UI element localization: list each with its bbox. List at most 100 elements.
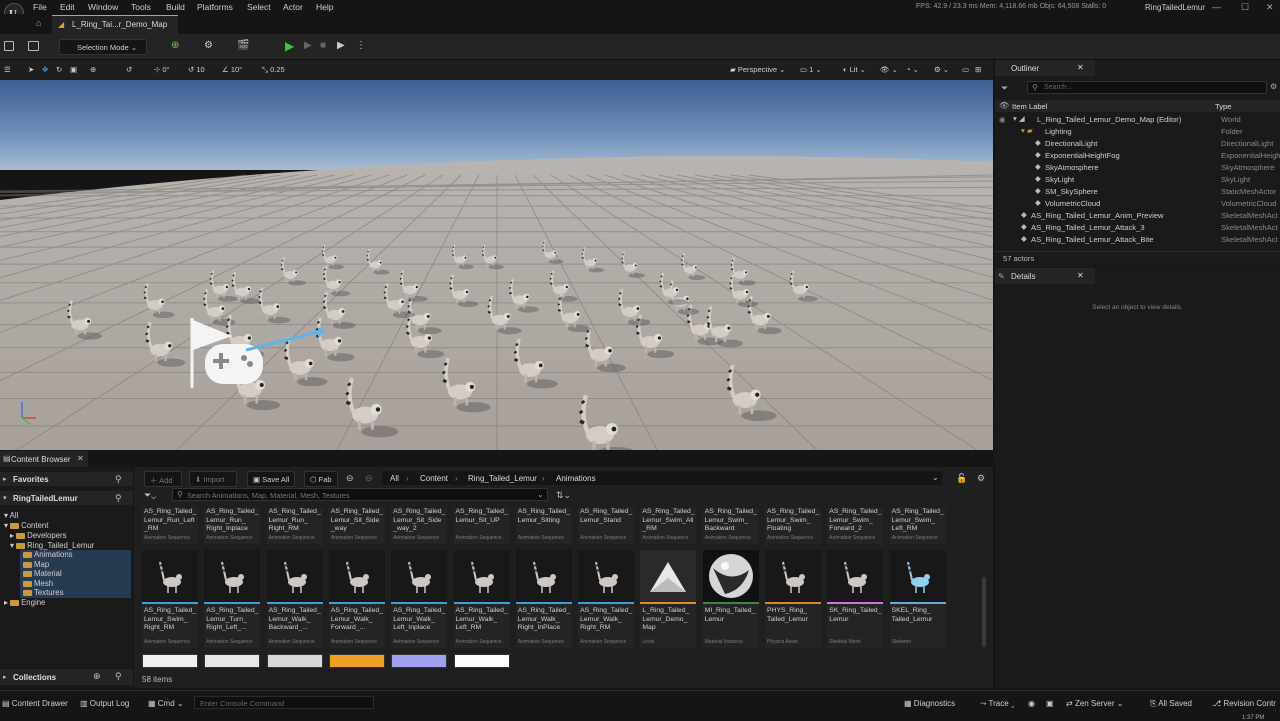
asset-tile[interactable]: MI_Ring_Tailed_ Lemur Material Instance xyxy=(702,550,759,648)
viewport-menu-icon[interactable]: ☰ xyxy=(4,65,11,74)
asset-tile[interactable]: PHYS_Ring_ Tailed_Lemur Physics Asset xyxy=(765,550,821,648)
tree-map[interactable]: Map xyxy=(23,560,49,569)
tree-material[interactable]: Material xyxy=(23,569,62,578)
search-icon[interactable]: ⚲ xyxy=(115,493,122,504)
asset-search-input[interactable]: ⚲ Search Animations, Map, Material, Mesh… xyxy=(172,488,548,501)
scrollbar[interactable] xyxy=(982,577,986,647)
browse-icon[interactable] xyxy=(28,41,39,51)
save-all-button[interactable]: ▣ Save All xyxy=(247,471,295,487)
content-drawer-button[interactable]: ▤ Content Drawer xyxy=(2,699,68,708)
breadcrumb-all[interactable]: All xyxy=(390,474,399,483)
cmd-dropdown[interactable]: ▦ Cmd ⌄ xyxy=(148,699,184,708)
zen-server-button[interactable]: ⇄ Zen Server ⌄ xyxy=(1066,699,1123,708)
forward-icon[interactable]: ⊖ xyxy=(365,473,373,484)
camera-speed-dropdown[interactable]: ▭ 1 ⌄ xyxy=(800,65,822,74)
menu-tools[interactable]: Tools xyxy=(131,2,151,12)
world-space-icon[interactable]: ⊕ xyxy=(90,65,96,74)
menu-build[interactable]: Build xyxy=(166,2,185,12)
output-log-button[interactable]: ▥ Output Log xyxy=(80,699,129,708)
tree-content[interactable]: ▾ Content xyxy=(4,521,48,530)
breadcrumb-animations[interactable]: Animations xyxy=(556,474,596,483)
outliner-row[interactable]: ◆ AS_Ring_Tailed_Lemur_Attack_3 SkeletalMe… xyxy=(995,222,1280,234)
texture-thumbnail[interactable] xyxy=(328,654,385,668)
menu-select[interactable]: Select xyxy=(247,2,271,12)
maximize-icon[interactable]: ☐ xyxy=(1241,2,1249,13)
rotate-snap-value[interactable]: ↺ 10 xyxy=(188,65,205,74)
more-options-icon[interactable]: ⋮ xyxy=(356,40,366,51)
favorites-section[interactable]: ▸ Favorites ⚲ xyxy=(0,472,133,486)
save-status[interactable]: ⎘ All Saved xyxy=(1150,699,1192,709)
asset-tile[interactable]: AS_Ring_Tailed_ Lemur_Walk_ Right_InPlac… xyxy=(515,550,572,648)
filter-icon[interactable]: ⏷⌄ xyxy=(144,490,156,501)
type-header[interactable]: Type xyxy=(1215,102,1231,111)
asset-tile[interactable]: SKEL_Ring_ Tailed_Lemur Skeleton xyxy=(889,550,946,648)
asset-tile[interactable]: AS_Ring_Tailed_ Lemur_Sitting Animation S… xyxy=(515,508,572,544)
scale-snap-value[interactable]: ⤡ 0.25 xyxy=(262,65,285,75)
asset-tile[interactable]: AS_Ring_Tailed_ Lemur_Turn_ Right_Left_.… xyxy=(204,550,261,648)
angle-snap-value[interactable]: ∠ 10° xyxy=(222,65,242,74)
texture-thumbnail[interactable] xyxy=(266,654,323,668)
record-icon[interactable]: ◉ xyxy=(1028,699,1035,708)
outliner-row[interactable]: ◉ ▾ ◢ L_Ring_Tailed_Lemur_Demo_Map (Editor… xyxy=(995,114,1280,126)
show-flags-icon[interactable]: 👁 ⌄ xyxy=(880,65,898,74)
asset-tile[interactable]: AS_Ring_Tailed_ Lemur_Swim_ Backward Anim… xyxy=(702,508,759,544)
outliner-row[interactable]: ◆ SkyLight SkyLight xyxy=(995,174,1280,186)
scale-tool-icon[interactable]: ▣ xyxy=(70,65,77,74)
asset-tile[interactable]: AS_Ring_Tailed_ Lemur_Run_Left _RM Animat… xyxy=(142,508,198,544)
menu-platforms[interactable]: Platforms xyxy=(197,2,233,12)
add-actor-icon[interactable]: ⊕ xyxy=(171,40,179,51)
add-button[interactable]: ＋ Add xyxy=(144,471,182,487)
step-icon[interactable]: ▶ xyxy=(304,40,312,51)
back-icon[interactable]: ⊖ xyxy=(346,473,354,484)
asset-tile[interactable]: SK_Ring_Tailed_ Lemur Skeletal Mesh xyxy=(827,550,884,648)
close-tab-icon[interactable]: ✕ xyxy=(1077,63,1084,72)
cinematics-icon[interactable]: 🎬 xyxy=(237,40,249,51)
sort-icon[interactable]: ⇅⌄ xyxy=(556,490,571,501)
select-tool-icon[interactable]: ➤ xyxy=(28,65,34,74)
realtime-icon[interactable]: ◔ ⌄ xyxy=(906,65,919,74)
asset-tile[interactable]: AS_Ring_Tailed_ Lemur_Sit_Side _way_2 Ani… xyxy=(391,508,448,544)
asset-tile[interactable]: AS_Ring_Tailed_ Lemur_Sit_UP Animation Se… xyxy=(453,508,510,544)
view-mode-dropdown[interactable]: ◐ Lit ⌄ xyxy=(843,65,866,74)
project-section[interactable]: ▾ RingTailedLemur ⚲ xyxy=(0,491,133,505)
settings-icon[interactable]: ⚙ ⌄ xyxy=(934,65,949,74)
maximize-viewport-icon[interactable]: ▭ xyxy=(962,65,969,74)
asset-tile[interactable]: AS_Ring_Tailed_ Lemur_Swim_ Forward_2 Ani… xyxy=(827,508,884,544)
tree-developers[interactable]: ▸ Developers xyxy=(10,531,67,540)
search-icon[interactable]: ⚲ xyxy=(115,474,122,485)
blueprint-icon[interactable]: ⚙ xyxy=(204,40,213,51)
outliner-settings-icon[interactable]: ⚙ xyxy=(1270,82,1277,91)
outliner-row[interactable]: ▾ ▰ Lighting Folder xyxy=(995,126,1280,138)
tree-all[interactable]: ▾ All xyxy=(4,511,18,520)
texture-thumbnail[interactable] xyxy=(391,654,448,668)
search-icon[interactable]: ⚲ xyxy=(115,671,122,682)
asset-tile[interactable]: AS_Ring_Tailed_ Lemur_Swim_All _RM Animat… xyxy=(640,508,697,544)
settings-icon[interactable]: ⚙ xyxy=(977,473,985,484)
diagnostics-button[interactable]: ▦ Diagnostics xyxy=(904,699,955,708)
play-icon[interactable]: ▶ xyxy=(285,39,294,53)
filter-icon[interactable]: ⏷ xyxy=(1001,83,1008,94)
menu-help[interactable]: Help xyxy=(316,2,333,12)
tree-ring-tailed-lemur[interactable]: ▾ Ring_Tailed_Lemur xyxy=(10,541,94,550)
revision-control-button[interactable]: ⎇ Revision Contr xyxy=(1212,699,1276,708)
fab-button[interactable]: ⬡ Fab xyxy=(304,471,338,487)
close-tab-icon[interactable]: ✕ xyxy=(77,454,84,463)
home-icon[interactable]: ⌂ xyxy=(36,18,41,28)
visibility-icon[interactable]: ◉ xyxy=(999,115,1006,124)
lock-icon[interactable]: 🔓 xyxy=(956,473,967,484)
outliner-row[interactable]: ◆ AS_Ring_Tailed_Lemur_Anim_Preview Skelet… xyxy=(995,210,1280,222)
asset-tile[interactable]: AS_Ring_Tailed_ Lemur_Walk_ Left_RM Anima… xyxy=(453,550,510,648)
perspective-dropdown[interactable]: ▰ Perspective ⌄ xyxy=(730,65,785,74)
launch-icon[interactable]: ▶ xyxy=(337,40,345,51)
asset-tile[interactable]: AS_Ring_Tailed_ Lemur_Run_ Right_Inplace… xyxy=(204,508,261,544)
close-tab-icon[interactable]: ✕ xyxy=(1077,271,1084,280)
tree-textures[interactable]: Textures xyxy=(23,588,63,597)
outliner-row[interactable]: ◆ AS_Ring_Tailed_Lemur_Attack_Bite Skeleta… xyxy=(995,234,1280,246)
save-icon[interactable] xyxy=(4,41,14,51)
selection-mode-dropdown[interactable]: Selection Mode ⌄ xyxy=(59,39,147,55)
outliner-row[interactable]: ◆ DirectionalLight DirectionalLight xyxy=(995,138,1280,150)
outliner-row[interactable]: ◆ VolumetricCloud VolumetricCloud xyxy=(995,198,1280,210)
chevron-down-icon[interactable]: ⌄ xyxy=(932,473,939,482)
grid-snap-value[interactable]: ⊹ 0° xyxy=(154,65,170,74)
minimize-icon[interactable]: — xyxy=(1212,2,1221,12)
